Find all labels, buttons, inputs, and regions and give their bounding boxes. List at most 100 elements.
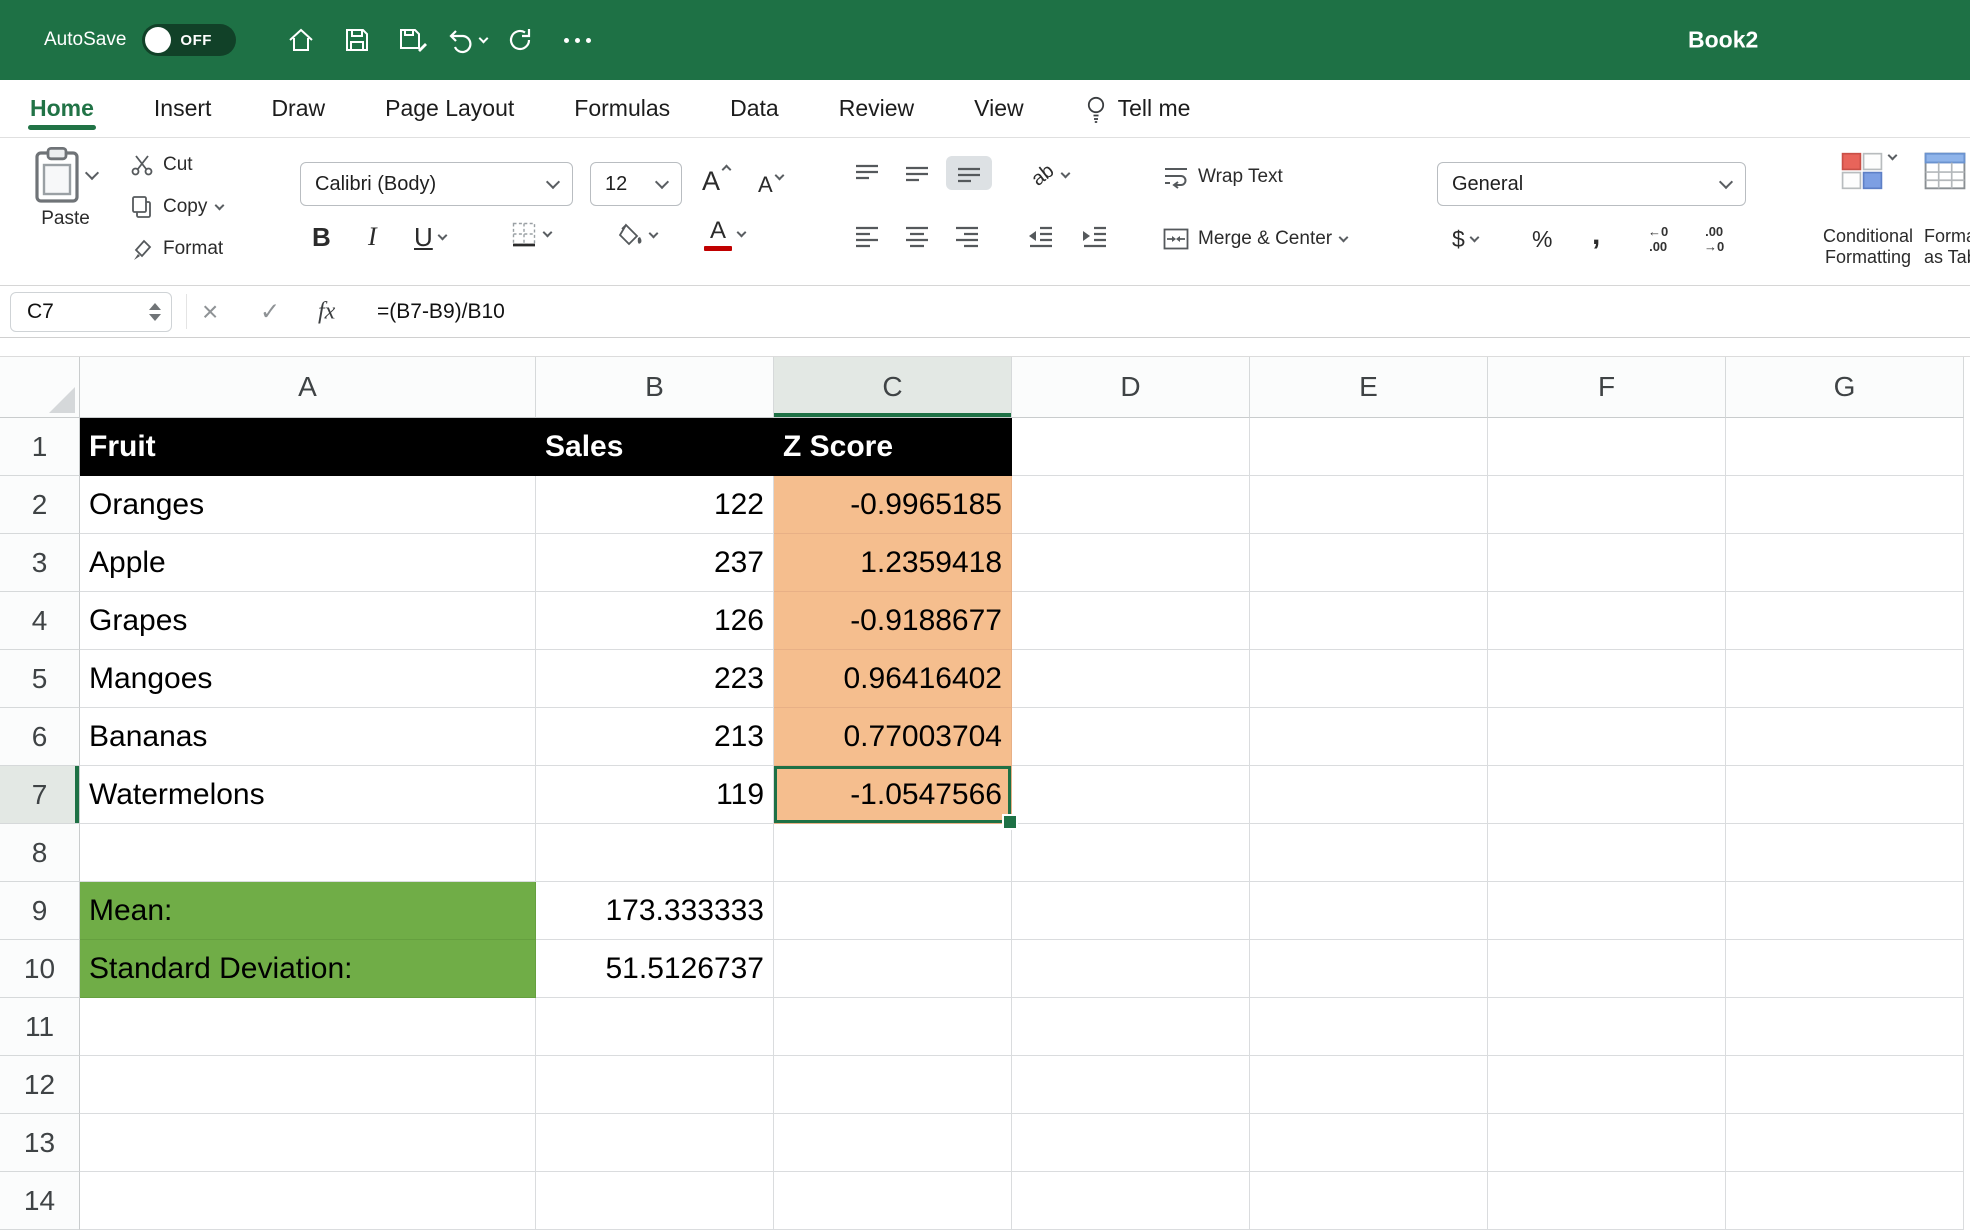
decrease-indent-button[interactable] (1026, 224, 1056, 250)
italic-button[interactable]: I (368, 222, 377, 252)
font-size-select[interactable]: 12 (590, 162, 682, 206)
cell-D7[interactable] (1012, 766, 1250, 824)
tab-tell-me[interactable]: Tell me (1084, 80, 1190, 137)
cell-F2[interactable] (1488, 476, 1726, 534)
conditional-formatting-button[interactable]: Conditional Formatting (1790, 150, 1946, 268)
cell-F11[interactable] (1488, 998, 1726, 1056)
cell-B7[interactable]: 119 (536, 766, 774, 824)
merge-center-button[interactable]: Merge & Center (1162, 226, 1349, 252)
cell-B12[interactable] (536, 1056, 774, 1114)
cell-G10[interactable] (1726, 940, 1964, 998)
cell-C6[interactable]: 0.77003704 (774, 708, 1012, 766)
save-icon[interactable] (334, 17, 380, 63)
wrap-text-button[interactable]: Wrap Text (1162, 164, 1283, 190)
cell-D1[interactable] (1012, 418, 1250, 476)
row-header-14[interactable]: 14 (0, 1172, 80, 1230)
name-box[interactable]: C7 (10, 292, 172, 332)
cell-A10[interactable]: Standard Deviation: (80, 940, 536, 998)
cell-C12[interactable] (774, 1056, 1012, 1114)
cell-E14[interactable] (1250, 1172, 1488, 1230)
decrease-decimal-button[interactable]: .00 →0 (1704, 224, 1724, 254)
cell-E5[interactable] (1250, 650, 1488, 708)
cell-E6[interactable] (1250, 708, 1488, 766)
format-painter-button[interactable]: Format (130, 234, 223, 264)
cell-G8[interactable] (1726, 824, 1964, 882)
tab-draw[interactable]: Draw (271, 80, 325, 137)
autosave-toggle[interactable]: OFF (142, 24, 237, 56)
cell-G3[interactable] (1726, 534, 1964, 592)
cell-D12[interactable] (1012, 1056, 1250, 1114)
cell-G13[interactable] (1726, 1114, 1964, 1172)
decrease-font-size-button[interactable]: A (758, 170, 785, 198)
cell-C1[interactable]: Z Score (774, 418, 1012, 476)
tab-page-layout[interactable]: Page Layout (385, 80, 514, 137)
copy-button[interactable]: Copy (130, 192, 225, 222)
cell-C13[interactable] (774, 1114, 1012, 1172)
cell-G14[interactable] (1726, 1172, 1964, 1230)
align-right-button[interactable] (952, 224, 982, 250)
tab-review[interactable]: Review (839, 80, 914, 137)
paste-button[interactable]: Paste (34, 146, 100, 230)
percent-button[interactable]: % (1532, 226, 1552, 253)
cell-E1[interactable] (1250, 418, 1488, 476)
cell-F7[interactable] (1488, 766, 1726, 824)
font-name-select[interactable]: Calibri (Body) (300, 162, 573, 206)
cell-F13[interactable] (1488, 1114, 1726, 1172)
cell-F1[interactable] (1488, 418, 1726, 476)
cell-D13[interactable] (1012, 1114, 1250, 1172)
cell-A11[interactable] (80, 998, 536, 1056)
cell-A12[interactable] (80, 1056, 536, 1114)
column-header-A[interactable]: A (80, 357, 536, 418)
cell-A2[interactable]: Oranges (80, 476, 536, 534)
cell-G2[interactable] (1726, 476, 1964, 534)
column-header-B[interactable]: B (536, 357, 774, 418)
tab-formulas[interactable]: Formulas (574, 80, 670, 137)
cell-B8[interactable] (536, 824, 774, 882)
cell-C3[interactable]: 1.2359418 (774, 534, 1012, 592)
cell-B14[interactable] (536, 1172, 774, 1230)
cell-A13[interactable] (80, 1114, 536, 1172)
column-header-C[interactable]: C (774, 357, 1012, 418)
column-header-D[interactable]: D (1012, 357, 1250, 418)
cell-D2[interactable] (1012, 476, 1250, 534)
cell-G1[interactable] (1726, 418, 1964, 476)
row-header-6[interactable]: 6 (0, 708, 80, 766)
middle-align-button[interactable] (902, 162, 932, 186)
row-header-2[interactable]: 2 (0, 476, 80, 534)
column-header-F[interactable]: F (1488, 357, 1726, 418)
cell-D10[interactable] (1012, 940, 1250, 998)
cell-B3[interactable]: 237 (536, 534, 774, 592)
cell-A3[interactable]: Apple (80, 534, 536, 592)
cell-C11[interactable] (774, 998, 1012, 1056)
cell-B4[interactable]: 126 (536, 592, 774, 650)
cell-A7[interactable]: Watermelons (80, 766, 536, 824)
tab-insert[interactable]: Insert (154, 80, 212, 137)
cell-F12[interactable] (1488, 1056, 1726, 1114)
cell-G9[interactable] (1726, 882, 1964, 940)
cell-E8[interactable] (1250, 824, 1488, 882)
comma-style-button[interactable]: , (1592, 218, 1600, 252)
cell-B11[interactable] (536, 998, 774, 1056)
cell-D3[interactable] (1012, 534, 1250, 592)
enter-icon[interactable]: ✓ (260, 297, 280, 326)
cell-E12[interactable] (1250, 1056, 1488, 1114)
cell-G6[interactable] (1726, 708, 1964, 766)
borders-button[interactable] (510, 220, 553, 248)
increase-font-size-button[interactable]: A (702, 164, 732, 197)
redo-icon[interactable] (497, 17, 543, 63)
cell-D14[interactable] (1012, 1172, 1250, 1230)
cell-E11[interactable] (1250, 998, 1488, 1056)
cell-A8[interactable] (80, 824, 536, 882)
bold-button[interactable]: B (312, 222, 331, 253)
cell-C5[interactable]: 0.96416402 (774, 650, 1012, 708)
cell-E10[interactable] (1250, 940, 1488, 998)
row-header-3[interactable]: 3 (0, 534, 80, 592)
cell-G11[interactable] (1726, 998, 1964, 1056)
more-commands-icon[interactable] (561, 37, 594, 43)
row-header-11[interactable]: 11 (0, 998, 80, 1056)
cell-D11[interactable] (1012, 998, 1250, 1056)
cell-F9[interactable] (1488, 882, 1726, 940)
cell-C2[interactable]: -0.9965185 (774, 476, 1012, 534)
cell-C10[interactable] (774, 940, 1012, 998)
fill-color-button[interactable] (616, 222, 659, 248)
